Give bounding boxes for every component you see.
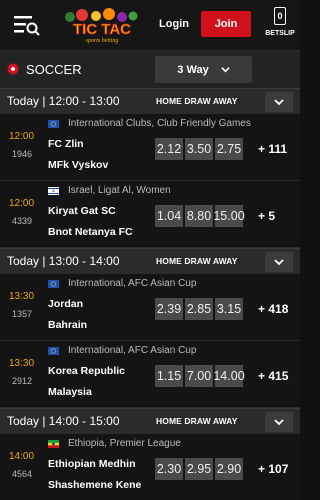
event-time: 13:30 [9, 358, 35, 369]
more-markets-link[interactable]: + 418 [258, 302, 288, 316]
login-button[interactable]: Login [152, 13, 196, 35]
league-name: International, AFC Asian Cup [68, 345, 197, 356]
event-list: Today | 12:00 - 13:00 HOME DRAW AWAY 12:00… [0, 88, 300, 500]
home-odds-button[interactable]: 2.39 [155, 298, 183, 320]
event-time: 14:00 [9, 451, 35, 462]
home-team: Kiryat Gat SC [48, 205, 116, 217]
market-dropdown[interactable]: 3 Way [155, 56, 252, 83]
event-row[interactable]: 13:30 2912 International, AFC Asian Cup Kor… [0, 341, 300, 408]
home-team: Korea Republic [48, 365, 126, 377]
away-team: Malaysia [48, 386, 92, 398]
event-time: 12:00 [9, 131, 35, 142]
draw-odds-button[interactable]: 2.95 [185, 458, 213, 480]
draw-odds-button[interactable]: 8.80 [185, 205, 213, 227]
event-row[interactable]: 12:00 1946 International Clubs, Club Frien… [0, 114, 300, 181]
more-markets-link[interactable]: + 111 [258, 142, 287, 156]
group-column-labels: HOME DRAW AWAY [156, 96, 238, 106]
chevron-down-icon [274, 99, 284, 106]
sport-title: SOCCER [26, 62, 82, 77]
group-time-range: Today | 14:00 - 15:00 [7, 414, 120, 428]
away-team: Shashemene Kene [48, 479, 142, 491]
tictac-logo[interactable]: TIC TAC sports betting [56, 8, 148, 44]
chevron-down-icon [274, 259, 284, 266]
odds-group: 2.12 3.50 2.75 [155, 138, 243, 160]
home-team: FC Zlin [48, 138, 84, 150]
event-code: 4564 [12, 469, 33, 479]
more-markets-link[interactable]: + 107 [258, 462, 288, 476]
group-time-range: Today | 12:00 - 13:00 [7, 94, 120, 108]
eu-flag-icon [48, 347, 59, 355]
event-row[interactable]: 14:00 4564 Ethiopia, Premier League Ethiopi… [0, 434, 300, 500]
eu-flag-icon [48, 120, 59, 128]
collapse-group-button[interactable] [265, 252, 293, 272]
odds-group: 1.04 8.80 15.00 [155, 205, 245, 227]
eu-flag-icon [48, 280, 59, 288]
group-column-labels: HOME DRAW AWAY [156, 256, 238, 266]
chevron-down-icon [221, 67, 230, 73]
event-row[interactable]: 12:00 4339 Israel, Ligat Al, Women Kiryat G… [0, 181, 300, 248]
draw-odds-button[interactable]: 3.50 [185, 138, 213, 160]
time-group-header[interactable]: Today | 13:00 - 14:00 HOME DRAW AWAY [0, 248, 300, 274]
away-team: Bahrain [48, 319, 88, 331]
event-code: 1357 [12, 309, 33, 319]
away-odds-button[interactable]: 2.75 [215, 138, 243, 160]
league-name: International, AFC Asian Cup [68, 278, 197, 289]
league-name: Ethiopia, Premier League [68, 438, 181, 449]
event-time: 12:00 [9, 198, 35, 209]
collapse-group-button[interactable] [265, 412, 293, 432]
odds-group: 2.39 2.85 3.15 [155, 298, 243, 320]
betslip-count: 0 [274, 7, 286, 25]
chevron-down-icon [274, 419, 284, 426]
league-name: Israel, Ligat Al, Women [68, 185, 171, 196]
betslip-button[interactable]: 0 BETSLIP [264, 5, 296, 47]
event-code: 1946 [12, 149, 33, 159]
il-flag-icon [48, 187, 59, 195]
logo-subtext: sports betting [86, 38, 119, 44]
away-odds-button[interactable]: 3.15 [215, 298, 243, 320]
soccer-ball-icon [7, 63, 19, 75]
et-flag-icon [48, 440, 59, 448]
home-odds-button[interactable]: 2.30 [155, 458, 183, 480]
join-button[interactable]: Join [201, 11, 251, 37]
away-team: Bnot Netanya FC [48, 226, 133, 238]
odds-group: 2.30 2.95 2.90 [155, 458, 243, 480]
home-odds-button[interactable]: 2.12 [155, 138, 183, 160]
home-team: Jordan [48, 298, 84, 310]
draw-odds-button[interactable]: 2.85 [185, 298, 213, 320]
away-team: MFk Vyskov [48, 159, 109, 171]
event-code: 2912 [12, 376, 33, 386]
time-group-header[interactable]: Today | 14:00 - 15:00 HOME DRAW AWAY [0, 408, 300, 434]
odds-group: 1.15 7.00 14.00 [155, 365, 245, 387]
collapse-group-button[interactable] [265, 92, 293, 112]
event-code: 4339 [12, 216, 33, 226]
time-group-header[interactable]: Today | 12:00 - 13:00 HOME DRAW AWAY [0, 88, 300, 114]
away-odds-button[interactable]: 2.90 [215, 458, 243, 480]
event-time: 13:30 [9, 291, 35, 302]
logo-text: TIC TAC [73, 21, 131, 38]
group-column-labels: HOME DRAW AWAY [156, 416, 238, 426]
event-row[interactable]: 13:30 1357 International, AFC Asian Cup Jor… [0, 274, 300, 341]
sport-bar: SOCCER 3 Way [0, 50, 300, 88]
group-time-range: Today | 13:00 - 14:00 [7, 254, 120, 268]
away-odds-button[interactable]: 14.00 [213, 365, 245, 387]
top-header: TIC TAC sports betting Login Join 0 BETS… [0, 0, 300, 50]
more-markets-link[interactable]: + 5 [258, 209, 275, 223]
betslip-label: BETSLIP [265, 30, 295, 37]
draw-odds-button[interactable]: 7.00 [185, 365, 213, 387]
league-name: International Clubs, Club Friendly Games [68, 118, 251, 129]
more-markets-link[interactable]: + 415 [258, 369, 288, 383]
away-odds-button[interactable]: 15.00 [213, 205, 245, 227]
market-value: 3 Way [177, 63, 209, 76]
home-odds-button[interactable]: 1.04 [155, 205, 183, 227]
menu-search-icon[interactable] [14, 14, 40, 36]
home-odds-button[interactable]: 1.15 [155, 365, 183, 387]
home-team: Ethiopian Medhin [48, 458, 136, 470]
